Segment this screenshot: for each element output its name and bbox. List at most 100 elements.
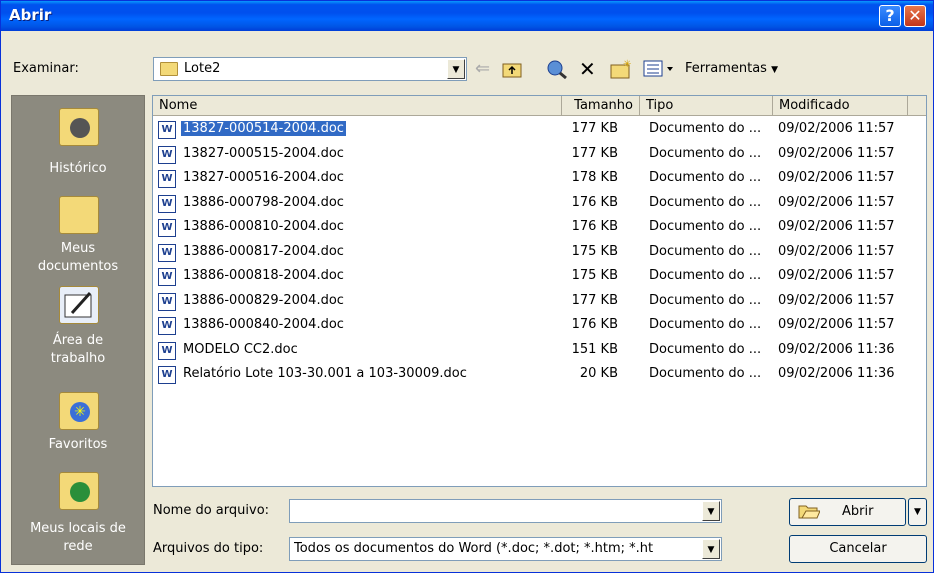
chevron-down-icon[interactable]: ▼ — [702, 501, 720, 521]
file-modified: 09/02/2006 11:57 — [778, 121, 895, 136]
chevron-down-icon[interactable]: ▼ — [447, 59, 465, 79]
filetype-value: Todos os documentos do Word (*.doc; *.do… — [294, 541, 654, 556]
look-in-combo[interactable]: Lote2 ▼ — [153, 57, 467, 81]
file-modified: 09/02/2006 11:57 — [778, 170, 895, 185]
file-size: 177 KB — [571, 121, 618, 136]
word-document-icon: W — [158, 170, 176, 188]
word-document-icon: W — [158, 292, 176, 311]
file-type: Documento do ... — [649, 121, 762, 136]
network-icon — [59, 472, 99, 510]
file-row[interactable]: W MODELO CC2.doc 151 KB Documento do ... 09/… — [153, 339, 908, 363]
file-name: 13886-000818-2004.doc — [183, 268, 344, 283]
place-my-documents[interactable]: Meus documentos — [12, 196, 144, 276]
word-document-icon: W — [158, 194, 176, 213]
svg-text:✳: ✳ — [623, 59, 631, 70]
file-modified: 09/02/2006 11:57 — [778, 145, 895, 161]
file-row[interactable]: W 13827-000515-2004.doc 177 KB Documento do… — [153, 143, 908, 167]
word-document-icon: W — [158, 268, 176, 286]
open-button[interactable]: Abrir — [789, 498, 906, 526]
column-header-modified[interactable]: Modificado — [773, 96, 908, 116]
place-history[interactable]: Histórico — [12, 108, 144, 178]
column-header-filler — [908, 96, 926, 116]
open-dialog: Abrir ? ✕ Examinar: Lote2 ▼ ⇐ ✕ ✳ Ferram… — [0, 0, 934, 573]
column-header-type[interactable]: Tipo — [640, 96, 773, 116]
file-size: 176 KB — [571, 194, 618, 210]
file-type: Documento do ... — [649, 219, 762, 234]
up-folder-icon[interactable] — [501, 59, 523, 84]
file-size: 20 KB — [579, 366, 618, 381]
cancel-button[interactable]: Cancelar — [789, 535, 927, 563]
file-type: Documento do ... — [649, 268, 762, 283]
back-icon[interactable]: ⇐ — [475, 59, 490, 79]
place-desktop[interactable]: Área de trabalho — [12, 286, 144, 376]
places-bar: Histórico Meus documentos Área de trabal… — [11, 95, 145, 565]
word-document-icon: W — [158, 219, 176, 237]
word-document-icon: W — [158, 341, 176, 360]
place-network[interactable]: Meus locais de rede — [12, 472, 144, 562]
file-name: 13886-000817-2004.doc — [183, 243, 344, 259]
open-options-button[interactable]: ▼ — [908, 498, 927, 526]
file-type: Documento do ... — [649, 366, 762, 381]
place-favorites[interactable]: ✳ Favoritos — [12, 392, 144, 462]
file-size: 176 KB — [571, 219, 618, 234]
open-folder-icon — [798, 502, 821, 524]
file-row[interactable]: W Relatório Lote 103-30.001 a 103-30009.d… — [153, 363, 908, 387]
file-row[interactable]: W 13886-000798-2004.doc 176 KB Documento do… — [153, 192, 908, 216]
word-document-icon: W — [158, 243, 176, 262]
file-name: 13827-000516-2004.doc — [183, 170, 344, 185]
close-button[interactable]: ✕ — [904, 5, 926, 27]
file-size: 176 KB — [571, 317, 618, 332]
file-name: 13827-000515-2004.doc — [183, 145, 344, 161]
new-folder-icon[interactable]: ✳ — [610, 59, 632, 84]
file-row[interactable]: W 13886-000840-2004.doc 176 KB Documento do… — [153, 314, 908, 338]
look-in-label: Examinar: — [13, 61, 79, 76]
file-name: 13886-000798-2004.doc — [183, 194, 344, 210]
tools-menu[interactable]: Ferramentas ▼ — [685, 61, 778, 76]
title-bar[interactable]: Abrir ? ✕ — [1, 1, 933, 31]
file-name: 13886-000810-2004.doc — [183, 219, 344, 234]
open-button-label: Abrir — [842, 504, 874, 519]
file-size: 177 KB — [571, 145, 618, 161]
history-icon — [59, 108, 99, 146]
filename-combo[interactable]: ▼ — [289, 499, 722, 523]
help-button[interactable]: ? — [879, 5, 901, 27]
chevron-down-icon: ▼ — [914, 507, 921, 517]
word-document-icon: W — [158, 366, 176, 384]
file-row[interactable]: W 13827-000516-2004.doc 178 KB Documento do… — [153, 167, 908, 191]
file-type: Documento do ... — [649, 194, 762, 210]
views-icon[interactable] — [643, 59, 677, 84]
file-type: Documento do ... — [649, 170, 762, 185]
file-type: Documento do ... — [649, 243, 762, 259]
filetype-combo[interactable]: Todos os documentos do Word (*.doc; *.do… — [289, 537, 722, 561]
chevron-down-icon[interactable]: ▼ — [702, 539, 720, 559]
search-web-icon[interactable] — [546, 59, 568, 84]
file-name: MODELO CC2.doc — [183, 341, 298, 357]
chevron-down-icon: ▼ — [771, 65, 778, 75]
file-name: 13827-000514-2004.doc — [181, 121, 346, 136]
word-document-icon: W — [158, 317, 176, 335]
delete-icon[interactable]: ✕ — [579, 59, 596, 79]
column-header-name[interactable]: Nome — [153, 96, 562, 116]
look-in-value: Lote2 — [184, 61, 221, 76]
file-row[interactable]: W 13886-000829-2004.doc 177 KB Documento do… — [153, 290, 908, 314]
folder-icon — [160, 62, 178, 76]
file-modified: 09/02/2006 11:57 — [778, 243, 895, 259]
file-modified: 09/02/2006 11:36 — [778, 341, 895, 357]
column-header-size[interactable]: Tamanho — [562, 96, 640, 116]
filetype-label: Arquivos do tipo: — [153, 541, 264, 556]
filename-label: Nome do arquivo: — [153, 503, 270, 518]
file-type: Documento do ... — [649, 317, 762, 332]
file-name: Relatório Lote 103-30.001 a 103-30009.do… — [183, 366, 467, 381]
file-size: 175 KB — [571, 243, 618, 259]
file-modified: 09/02/2006 11:57 — [778, 292, 895, 308]
file-row[interactable]: W 13886-000810-2004.doc 176 KB Documento do… — [153, 216, 908, 240]
file-row[interactable]: W 13827-000514-2004.doc 177 KB Documento do… — [153, 118, 908, 142]
file-type: Documento do ... — [649, 292, 762, 308]
window-title: Abrir — [9, 6, 52, 24]
file-modified: 09/02/2006 11:57 — [778, 194, 895, 210]
file-row[interactable]: W 13886-000818-2004.doc 175 KB Documento do… — [153, 265, 908, 289]
file-list[interactable]: Nome Tamanho Tipo Modificado W 13827-0005… — [152, 95, 927, 487]
tools-menu-label: Ferramentas — [685, 61, 767, 76]
file-modified: 09/02/2006 11:57 — [778, 317, 895, 332]
file-row[interactable]: W 13886-000817-2004.doc 175 KB Documento do… — [153, 241, 908, 265]
